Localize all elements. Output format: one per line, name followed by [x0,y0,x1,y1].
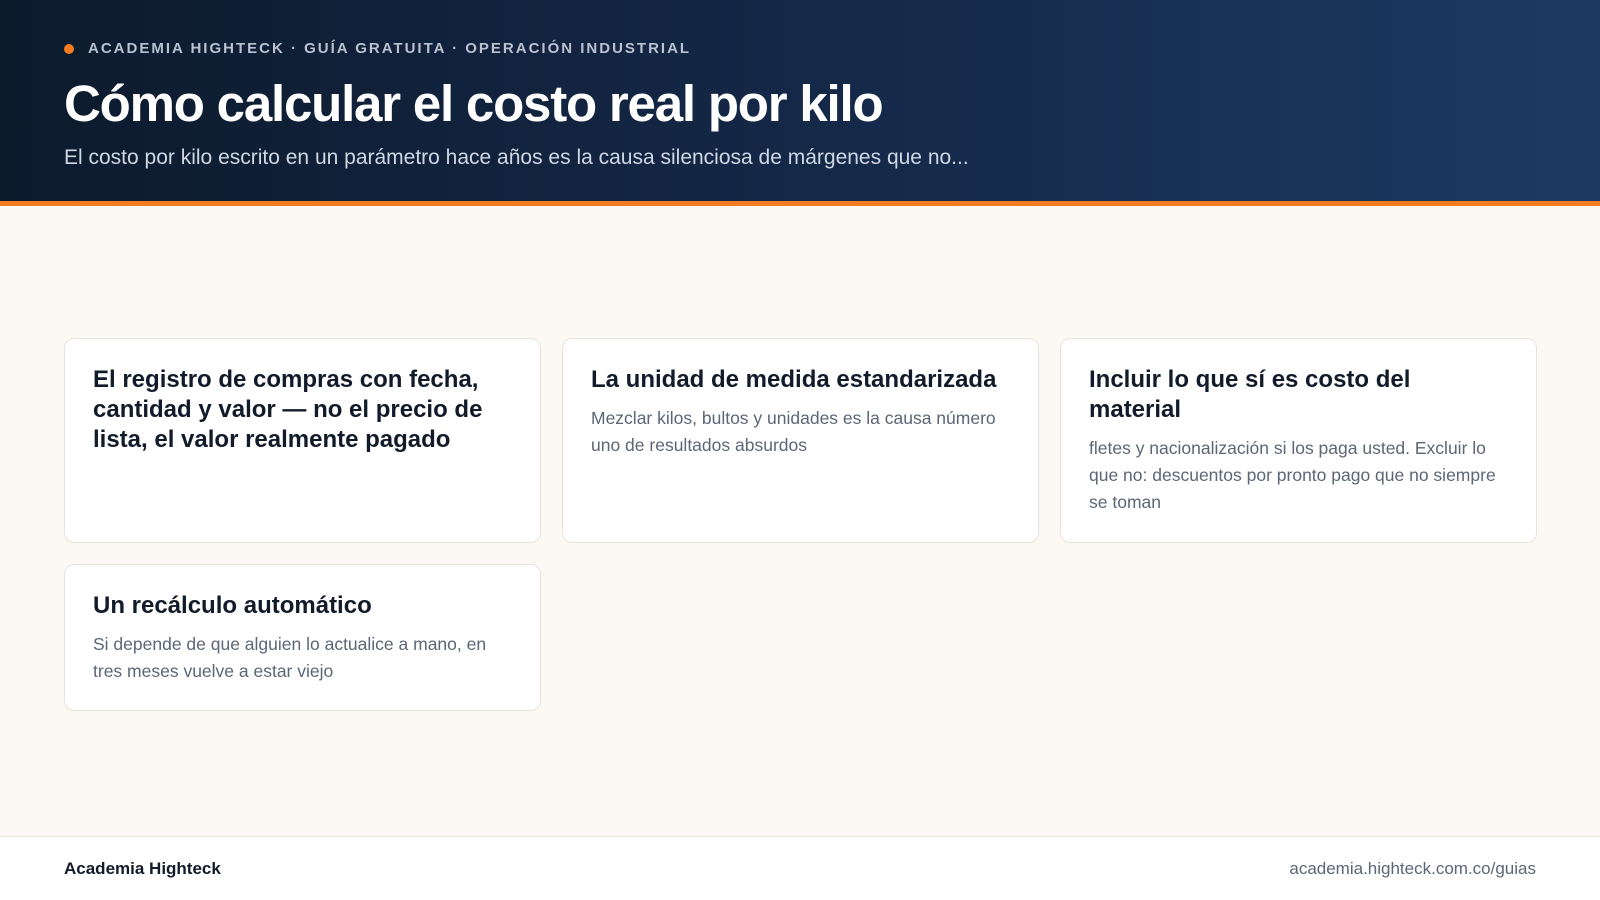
page-title: Cómo calcular el costo real por kilo [64,75,884,132]
eyebrow: ACADEMIA HIGHTECK · GUÍA GRATUITA · OPER… [64,40,691,57]
card-title: El registro de compras con fecha, cantid… [93,366,483,453]
card-unit-of-measure: La unidad de medida estandarizada Mezcla… [562,338,1039,543]
card-title: La unidad de medida estandarizada [591,366,997,393]
card-title: Incluir lo que sí es costo del material [1089,366,1411,423]
card-automatic-recalc: Un recálculo automático Si depende de qu… [64,564,541,711]
page-subtitle: El costo por kilo escrito en un parámetr… [64,146,969,169]
eyebrow-text: ACADEMIA HIGHTECK · GUÍA GRATUITA · OPER… [88,40,692,57]
footer-brand: Academia Highteck [64,859,221,878]
page-footer: Academia Highteck academia.highteck.com.… [0,836,1600,900]
page-header: ACADEMIA HIGHTECK · GUÍA GRATUITA · OPER… [0,0,1600,206]
card-body: fletes y nacionalización si los paga ust… [1089,438,1496,512]
card-material-cost: Incluir lo que sí es costo del material … [1060,338,1537,543]
card-purchase-record: El registro de compras con fecha, cantid… [64,338,541,543]
card-title: Un recálculo automático [93,592,372,619]
card-body: Si depende de que alguien lo actualice a… [93,634,487,681]
card-body: Mezclar kilos, bultos y unidades es la c… [591,408,996,455]
footer-url-link[interactable]: academia.highteck.com.co/guias [1289,859,1536,879]
accent-dot-icon [64,43,74,54]
